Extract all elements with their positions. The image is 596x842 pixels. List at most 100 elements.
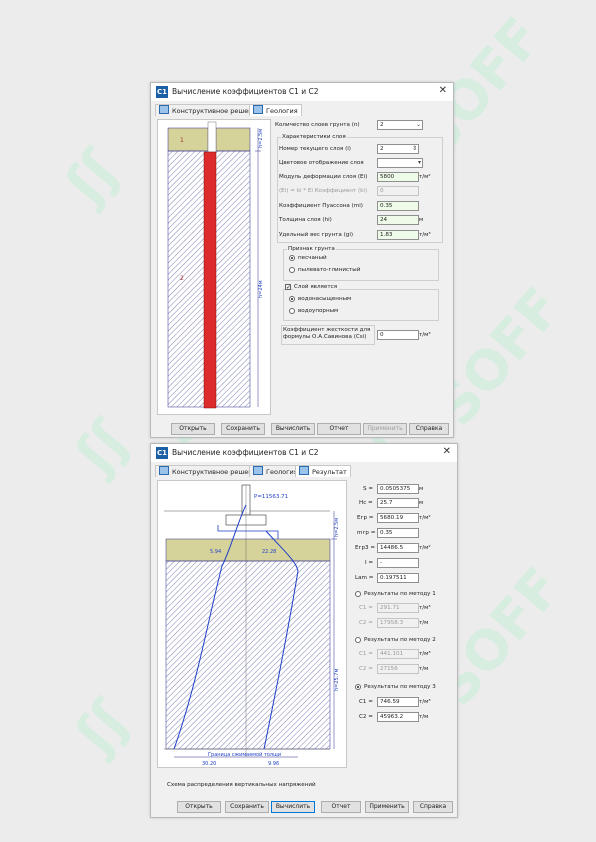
mgr-output[interactable]: 0.35	[377, 528, 419, 538]
calculate-button[interactable]: Вычислить	[271, 801, 315, 813]
method3-label: Результаты по методу 3	[364, 684, 436, 690]
m3-c1-output[interactable]: 746.59	[377, 697, 419, 707]
egr3-output[interactable]: 14486.5	[377, 543, 419, 553]
method3-radio[interactable]	[355, 684, 361, 690]
m1-c1-output[interactable]: 291.71	[377, 603, 419, 613]
stress-diagram: P=11563.71 5.94 22.28 Граница сжимаемой …	[157, 480, 347, 768]
egr-label: Eгр =	[357, 515, 374, 521]
soil-layer-2	[165, 560, 331, 750]
poisson-input[interactable]: 0.35	[377, 201, 419, 211]
geology-icon	[253, 105, 263, 114]
layer-is-checkbox[interactable]: ✓	[285, 284, 291, 291]
report-button[interactable]: Отчет	[321, 801, 361, 813]
egr3-unit: т/м²	[419, 545, 431, 551]
layer-is-group	[283, 289, 439, 321]
tab-geology[interactable]: Геология	[249, 465, 302, 477]
m1-c2-label: C2 =	[359, 620, 373, 626]
water-resistant-radio[interactable]	[289, 308, 295, 314]
window-title: Вычисление коэффициентов C1 и C2	[172, 448, 319, 457]
lam-output[interactable]: 0.197511	[377, 573, 419, 583]
tab-result[interactable]: Результат	[295, 465, 351, 477]
apply-button[interactable]: Применить	[365, 801, 409, 813]
structure-icon	[159, 466, 169, 475]
m2-c1-label: C1 =	[359, 651, 373, 657]
m2-c2-output[interactable]: 27156	[377, 664, 419, 674]
thickness-input[interactable]: 24	[377, 215, 419, 225]
method1-radio[interactable]	[355, 591, 361, 597]
apply-button[interactable]: Применить	[363, 423, 407, 435]
stiffness-unit: т/м³	[419, 332, 431, 338]
lam-label: Lam =	[355, 575, 374, 581]
window-title: Вычисление коэффициентов C1 и C2	[172, 87, 319, 96]
dim-label-top: h=2.5м	[334, 517, 340, 537]
modulus-input[interactable]: 5800	[377, 172, 419, 182]
title-bar: C1 Вычисление коэффициентов C1 и C2 ✕	[151, 83, 453, 101]
layer-number-spinner[interactable]: 2 ⇕	[377, 144, 419, 154]
dialog-geology: C1 Вычисление коэффициентов C1 и C2 ✕ Ко…	[150, 82, 454, 438]
color-label: Цветовое отображение слоя	[279, 160, 364, 166]
help-button[interactable]: Справка	[409, 423, 449, 435]
method2-label: Результаты по методу 2	[364, 637, 436, 643]
dim-label-bottom: h=25.7м	[334, 668, 340, 691]
save-button[interactable]: Сохранить	[225, 801, 269, 813]
layer-label-2: 2	[180, 275, 184, 282]
dim-label-top: h=2.5м	[258, 128, 264, 148]
geology-icon	[253, 466, 263, 475]
close-icon[interactable]: ✕	[439, 84, 447, 98]
watermark-logo: ʃʃ	[63, 409, 141, 485]
stiffness-input[interactable]: 0	[377, 330, 419, 340]
m2-c1-unit: т/м³	[419, 651, 431, 657]
s-unit: м	[419, 486, 424, 492]
help-button[interactable]: Справка	[413, 801, 453, 813]
pile-head	[207, 121, 217, 153]
title-bar: C1 Вычисление коэффициентов C1 и C2 ✕	[151, 444, 457, 462]
water-saturated-radio[interactable]	[289, 296, 295, 302]
weight-unit: т/м³	[419, 232, 431, 238]
soil-layer-1-right	[215, 127, 251, 152]
mgr-label: mгр =	[357, 530, 376, 536]
m3-c1-unit: т/м³	[419, 699, 431, 705]
soil-clay-radio[interactable]	[289, 267, 295, 273]
geology-svg: 1 2	[167, 121, 261, 409]
water-saturated-label: водонасыщенным	[298, 296, 352, 302]
diagram-caption: Схема распределения вертикальных напряже…	[167, 782, 316, 788]
method2-radio[interactable]	[355, 637, 361, 643]
watermark-logo: ʃʃ	[53, 139, 131, 215]
right-value-bottom: 9.96	[268, 761, 279, 767]
save-button[interactable]: Сохранить	[221, 423, 265, 435]
weight-label: Удельный вес грунта (gi)	[279, 232, 354, 238]
m1-c2-unit: т/м	[419, 620, 429, 626]
modulus-label: Модуль деформации слоя (Ei)	[279, 174, 368, 180]
close-icon[interactable]: ✕	[443, 445, 451, 459]
egr-output[interactable]: 5680.19	[377, 513, 419, 523]
report-button[interactable]: Отчет	[317, 423, 361, 435]
soil-sandy-radio[interactable]	[289, 255, 295, 261]
layers-count-label: Количество слоев грунта (n)	[275, 122, 360, 128]
tab-geology[interactable]: Геология	[249, 104, 302, 116]
m2-c2-label: C2 =	[359, 666, 373, 672]
m1-c1-label: C1 =	[359, 605, 373, 611]
m3-c2-output[interactable]: 45963.2	[377, 712, 419, 722]
s-output[interactable]: 0.0505375	[377, 484, 419, 494]
open-button[interactable]: Открыть	[177, 801, 221, 813]
stiffness-label: Коэффициент жесткости для формулы О.А.Са…	[283, 327, 371, 340]
m3-c2-label: C2 =	[359, 714, 373, 720]
left-value-bottom: 30.20	[202, 761, 216, 767]
m2-c2-unit: т/м	[419, 666, 429, 672]
color-picker[interactable]: ▾	[377, 158, 423, 168]
geology-drawing: 1 2 h=2.5м h=24м	[157, 119, 271, 415]
i-output[interactable]: -	[377, 558, 419, 568]
open-button[interactable]: Открыть	[171, 423, 215, 435]
m1-c2-output[interactable]: 17958.3	[377, 618, 419, 628]
coef-input[interactable]: 0	[377, 186, 419, 196]
hc-output[interactable]: 25.7	[377, 498, 419, 508]
stress-svg: P=11563.71 5.94 22.28 Граница сжимаемой …	[164, 484, 337, 767]
hc-unit: м	[419, 500, 424, 506]
poisson-label: Коэффициент Пуассона (mi)	[279, 203, 363, 209]
app-icon: C1	[156, 86, 168, 98]
layers-count-select[interactable]: 2 ⌄	[377, 120, 423, 130]
weight-input[interactable]: 1.83	[377, 230, 419, 240]
calculate-button[interactable]: Вычислить	[271, 423, 315, 435]
m2-c1-output[interactable]: 441.101	[377, 649, 419, 659]
m1-c1-unit: т/м³	[419, 605, 431, 611]
